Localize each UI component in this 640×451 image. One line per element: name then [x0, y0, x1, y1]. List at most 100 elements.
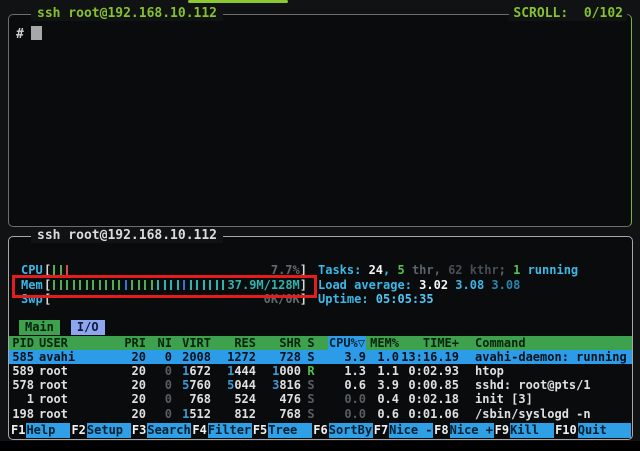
cell-virt: 5760 — [172, 378, 211, 392]
mem-meter: Mem[37.9M/128M] — [21, 278, 307, 293]
column-header-virt[interactable]: VIRT — [172, 336, 211, 350]
cell-pri: 20 — [116, 378, 146, 392]
fkey-f9-kill[interactable]: F9Kill — [494, 423, 554, 438]
column-header-ni[interactable]: NI — [146, 336, 172, 350]
fkey-f1-help[interactable]: F1Help — [10, 423, 70, 438]
load-fragment: 3.02 — [419, 278, 455, 292]
meter-bar — [105, 280, 107, 290]
meter-bar — [216, 280, 218, 290]
tasks-fragment: running — [520, 263, 578, 277]
column-header-mem[interactable]: MEM% — [366, 336, 399, 350]
fkey-f5-tree[interactable]: F5Tree — [252, 423, 312, 438]
cell-ni: 0 — [146, 378, 172, 392]
cell-user: root — [34, 392, 116, 406]
cell-time: 13:16.19 — [399, 350, 459, 364]
cpu-meter-bars — [51, 263, 271, 278]
cell-shr: 3816 — [256, 378, 301, 392]
fkey-number: F1 — [10, 423, 26, 438]
fkey-f4-filter[interactable]: F4Filter — [191, 423, 251, 438]
cpu-meter-label: CPU — [21, 263, 44, 278]
fkey-f7-nice[interactable]: F7Nice - — [373, 423, 433, 438]
process-row[interactable]: 585avahi20020081272728S3.91.013:16.19ava… — [9, 350, 632, 364]
top-ssh-pane[interactable]: ssh root@192.168.10.112 SCROLL: 0/102 # — [8, 14, 632, 227]
process-row[interactable]: 198root2001512812768S0.00.60:01.06/sbin/… — [9, 407, 632, 421]
tasks-fragment: 24 — [369, 263, 383, 277]
uptime-fragment: 05:05:35 — [376, 292, 434, 306]
tab-main[interactable]: Main — [19, 320, 60, 335]
cell-shr: 476 — [256, 392, 301, 406]
cell-ni: 0 — [146, 364, 172, 378]
meter-bar — [112, 280, 114, 290]
load-fragment: Load average: — [318, 278, 419, 292]
column-header-s[interactable]: S — [301, 336, 321, 350]
meter-bar — [157, 280, 159, 290]
cell-pri: 20 — [116, 364, 146, 378]
fkey-f6-sortby[interactable]: F6SortBy — [312, 423, 372, 438]
meter-bar — [99, 280, 101, 290]
meter-bar — [53, 265, 55, 275]
meter-bar — [170, 280, 172, 290]
htop-view: CPU[7.7%] Tasks: 24, 5 thr, 62 kthr; 1 r… — [9, 237, 632, 439]
load-average: Load average: 3.02 3.08 3.08 — [307, 278, 632, 293]
fkey-f2-setup[interactable]: F2Setup — [70, 423, 130, 438]
cpu-meter: CPU[7.7%] — [21, 263, 307, 278]
mem-meter-label: Mem — [21, 278, 44, 293]
top-pane-title: ssh root@192.168.10.112 — [31, 6, 223, 21]
process-row[interactable]: 1root200768524476S0.00.40:02.18init [3] — [9, 392, 632, 406]
cell-time: 0:02.93 — [399, 364, 459, 378]
cell-s: S — [301, 407, 321, 421]
cell-pid: 589 — [9, 364, 34, 378]
column-header-command[interactable]: Command — [459, 336, 632, 350]
cell-pid: 198 — [9, 407, 34, 421]
tasks-fragment: Tasks: — [318, 263, 369, 277]
meter-bar — [125, 280, 127, 290]
meter-bar — [183, 280, 185, 290]
fkey-f8-nice[interactable]: F8Nice + — [433, 423, 493, 438]
cell-user: root — [34, 364, 116, 378]
meter-bar — [92, 280, 94, 290]
sort-column-header[interactable]: CPU%▽ — [328, 336, 366, 350]
fkey-label: Nice + — [450, 423, 494, 438]
process-row[interactable]: 578root200576050443816S0.63.90:00.85sshd… — [9, 378, 632, 392]
cell-time: 0:02.18 — [399, 392, 459, 406]
column-header-time[interactable]: TIME+ — [399, 336, 459, 350]
fkey-number: F2 — [70, 423, 86, 438]
cell-res: 1272 — [211, 350, 256, 364]
prompt-symbol: # — [16, 27, 24, 42]
column-header-pid[interactable]: PID — [9, 336, 34, 350]
meter-bar — [66, 280, 68, 290]
cell-pid: 1 — [9, 392, 34, 406]
cell-virt: 1512 — [172, 407, 211, 421]
function-key-bar: F1HelpF2SetupF3SearchF4FilterF5TreeF6Sor… — [10, 423, 631, 438]
fkey-f10-quit[interactable]: F10Quit — [554, 423, 631, 438]
meter-bar — [131, 280, 133, 290]
column-header-cpu[interactable]: CPU%▽ — [321, 336, 366, 350]
fkey-f3-search[interactable]: F3Search — [131, 423, 191, 438]
cell-virt: 1672 — [172, 364, 211, 378]
fkey-label: SortBy — [329, 423, 373, 438]
cell-command: sshd: root@pts/1 — [459, 378, 632, 392]
meter-bar — [144, 280, 146, 290]
column-header-res[interactable]: RES — [211, 336, 256, 350]
tasks-fragment: , — [434, 263, 448, 277]
uptime: Uptime: 05:05:35 — [307, 292, 632, 307]
tab-io[interactable]: I/O — [71, 320, 105, 335]
process-row[interactable]: 589root200167214441000R1.31.10:02.93htop — [9, 364, 632, 378]
cell-ni: 0 — [146, 350, 172, 364]
cpu-row: CPU[7.7%] Tasks: 24, 5 thr, 62 kthr; 1 r… — [9, 263, 632, 278]
blank-line — [9, 307, 632, 320]
tasks-summary: Tasks: 24, 5 thr, 62 kthr; 1 running — [307, 263, 632, 278]
fkey-number: F6 — [312, 423, 328, 438]
meter-bar — [86, 280, 88, 290]
mem-meter-bars — [51, 278, 227, 293]
cell-virt: 768 — [172, 392, 211, 406]
bottom-ssh-pane[interactable]: ssh root@192.168.10.112 CPU[7.7%] Tasks:… — [8, 236, 633, 440]
tasks-fragment: , — [383, 263, 397, 277]
column-header-user[interactable]: USER — [34, 336, 116, 350]
column-header-pri[interactable]: PRI — [116, 336, 146, 350]
cell-cpu: 0.0 — [321, 392, 366, 406]
cell-s: S — [301, 350, 321, 364]
column-header-shr[interactable]: SHR — [256, 336, 301, 350]
meter-bar — [138, 280, 140, 290]
cell-res: 524 — [211, 392, 256, 406]
